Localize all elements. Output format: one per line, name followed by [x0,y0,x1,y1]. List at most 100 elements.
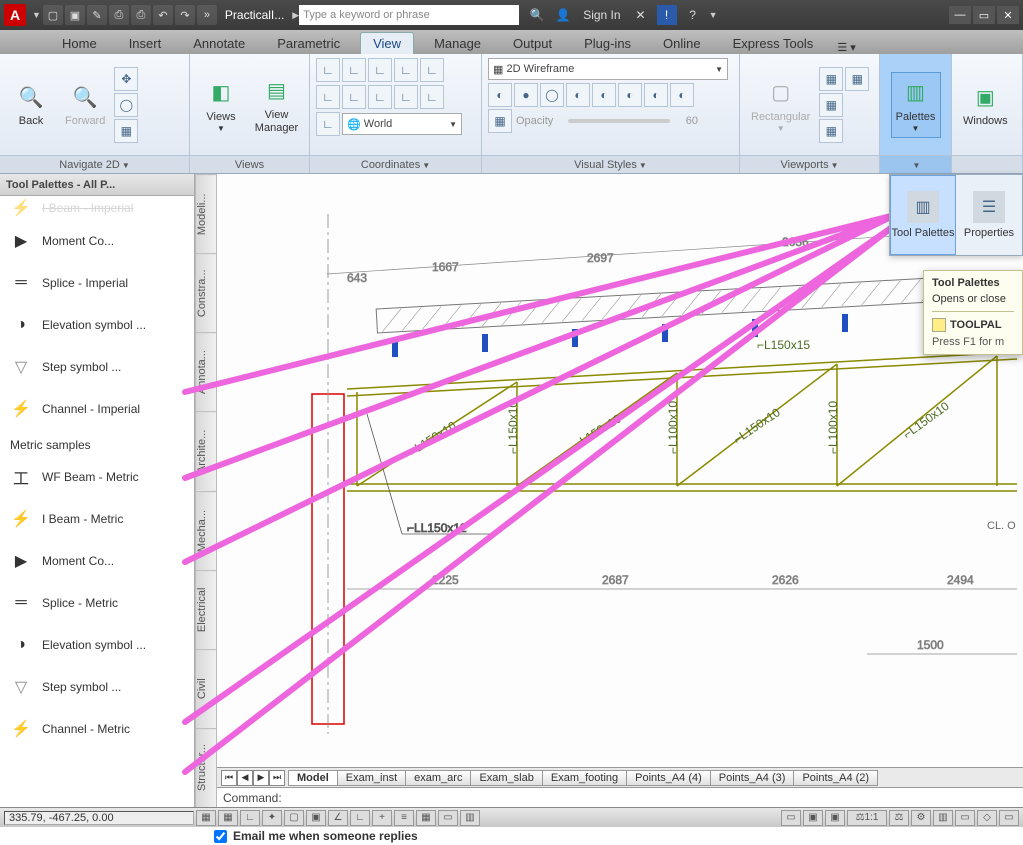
doc-arrow[interactable]: ▶ [292,10,299,21]
orbit-icon[interactable]: ◯ [114,93,138,117]
qat-open-icon[interactable]: ▣ [65,5,85,25]
layout-tab-1[interactable]: Exam_inst [337,770,406,786]
tp-item-channel-imperial[interactable]: ⚡Channel - Imperial [0,388,194,430]
layout-nav-first[interactable]: ⏮ [221,770,237,786]
status-annovisibility[interactable]: ⚖ [889,810,909,826]
rectangular-button[interactable]: ▢Rectangular▼ [746,72,815,138]
vs-icon-3[interactable]: ◯ [540,83,564,107]
email-checkbox[interactable] [214,830,227,843]
tp-item-ibeam-imperial[interactable]: ⚡I Beam - Imperial [0,196,194,220]
command-line[interactable]: Command: [217,787,1023,807]
ucs-icon-8[interactable]: ∟ [368,85,392,109]
app-logo[interactable]: A [4,4,26,26]
qat-saveas-icon[interactable]: ⎙ [109,5,129,25]
side-tab-modeling[interactable]: Modeli... [196,174,216,253]
sign-in-link[interactable]: Sign In [583,8,620,22]
status-tpy-icon[interactable]: ▦ [416,810,436,826]
help-icon[interactable]: ? [683,5,703,25]
status-osnap-icon[interactable]: ▢ [284,810,304,826]
tp-item-channel-metric[interactable]: ⚡Channel - Metric [0,708,194,750]
layout-tab-4[interactable]: Exam_footing [542,770,627,786]
side-tab-structural[interactable]: Structur... [196,728,216,807]
vp-icon-3[interactable]: ▦ [819,93,843,117]
restore-button[interactable]: ▭ [973,6,995,24]
tab-plugins[interactable]: Plug-ins [572,33,643,54]
layout-nav-next[interactable]: ▶ [253,770,269,786]
status-sc-icon[interactable]: ▥ [460,810,480,826]
status-otrack-icon[interactable]: ∠ [328,810,348,826]
tp-item-step-imperial[interactable]: ▽Step symbol ... [0,346,194,388]
tab-express[interactable]: Express Tools [721,33,826,54]
qat-redo-icon[interactable]: ↷ [175,5,195,25]
qat-more-icon[interactable]: » [197,5,217,25]
status-iso-icon[interactable]: ◇ [977,810,997,826]
status-hw-icon[interactable]: ▭ [955,810,975,826]
ucs-icon-9[interactable]: ∟ [394,85,418,109]
qat-new-icon[interactable]: ▢ [43,5,63,25]
tool-palette-header[interactable]: Tool Palettes - All P... [0,174,194,196]
layout-tab-2[interactable]: exam_arc [405,770,471,786]
info-icon[interactable]: ! [657,5,677,25]
status-lwt-icon[interactable]: ≡ [394,810,414,826]
ucs-world-dropdown[interactable]: 🌐 World▼ [342,113,462,135]
layout-tab-5[interactable]: Points_A4 (4) [626,770,711,786]
app-menu-arrow[interactable]: ▼ [32,10,41,20]
layout-tab-6[interactable]: Points_A4 (3) [710,770,795,786]
layout-tab-3[interactable]: Exam_slab [470,770,542,786]
vp-icon-1[interactable]: ▦ [819,67,843,91]
tab-insert[interactable]: Insert [117,33,174,54]
view-manager-button[interactable]: ▤View Manager [250,72,303,138]
side-tab-constraints[interactable]: Constra... [196,253,216,332]
qat-plot-icon[interactable]: ⎙ [131,5,151,25]
minimize-button[interactable]: — [949,6,971,24]
status-ortho-icon[interactable]: ∟ [240,810,260,826]
tp-item-moment-metric[interactable]: ▶Moment Co... [0,540,194,582]
user-icon[interactable]: 👤 [553,5,573,25]
opacity-toggle[interactable]: ▦ [488,109,512,133]
ucs-icon-7[interactable]: ∟ [342,85,366,109]
qat-undo-icon[interactable]: ↶ [153,5,173,25]
status-dyn-icon[interactable]: + [372,810,392,826]
layout-tab-7[interactable]: Points_A4 (2) [793,770,878,786]
tab-view[interactable]: View [360,32,414,54]
tp-item-splice-metric[interactable]: ═Splice - Metric [0,582,194,624]
ucs-icon-6[interactable]: ∟ [316,85,340,109]
ucs-icon-11[interactable]: ∟ [316,112,340,136]
tp-item-ibeam-metric[interactable]: ⚡I Beam - Metric [0,498,194,540]
forward-button[interactable]: 🔍Forward [60,72,110,138]
status-toolbar-icon[interactable]: ▥ [933,810,953,826]
status-grid-icon[interactable]: ▦ [218,810,238,826]
status-ducs-icon[interactable]: ∟ [350,810,370,826]
status-clean-icon[interactable]: ▭ [999,810,1019,826]
side-tab-electrical[interactable]: Electrical [196,570,216,649]
tab-parametric[interactable]: Parametric [265,33,352,54]
vs-icon-4[interactable]: ◐ [566,83,590,107]
ucs-icon-2[interactable]: ∟ [342,58,366,82]
status-3dosnap-icon[interactable]: ▣ [306,810,326,826]
properties-item[interactable]: ☰ Properties [956,175,1022,255]
ucs-icon-5[interactable]: ∟ [420,58,444,82]
vs-icon-6[interactable]: ◐ [618,83,642,107]
exchange-icon[interactable]: ✕ [631,5,651,25]
ucs-icon-3[interactable]: ∟ [368,58,392,82]
side-tab-civil[interactable]: Civil [196,649,216,728]
panel-palettes-title[interactable]: ▼ [880,155,951,173]
close-button[interactable]: ✕ [997,6,1019,24]
vs-icon-7[interactable]: ◐ [644,83,668,107]
search-input[interactable]: Type a keyword or phrase [299,5,519,25]
ucs-icon-4[interactable]: ∟ [394,58,418,82]
side-tab-mechanical[interactable]: Mecha... [196,491,216,570]
status-layout-icon[interactable]: ▣ [803,810,823,826]
pan-icon[interactable]: ✥ [114,67,138,91]
vs-icon-5[interactable]: ◐ [592,83,616,107]
tp-item-step-metric[interactable]: ▽Step symbol ... [0,666,194,708]
ucs-icon-10[interactable]: ∟ [420,85,444,109]
panel-viewports-title[interactable]: Viewports▼ [740,155,879,173]
tab-output[interactable]: Output [501,33,564,54]
status-model-toggle[interactable]: ▭ [781,810,801,826]
panel-views-title[interactable]: Views [190,155,309,173]
layout-nav-last[interactable]: ⏭ [269,770,285,786]
status-polar-icon[interactable]: ✦ [262,810,282,826]
tab-home[interactable]: Home [50,33,109,54]
extents-icon[interactable]: ▦ [114,119,138,143]
